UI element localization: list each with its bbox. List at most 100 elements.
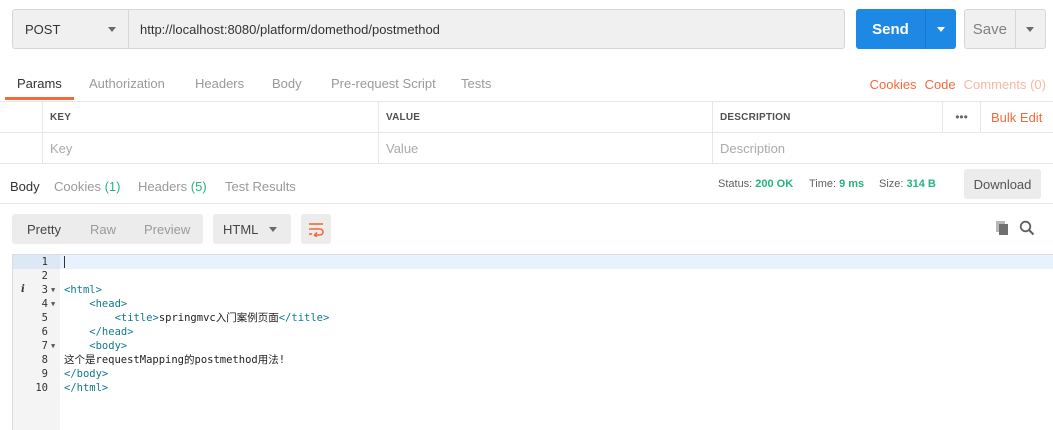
url-text: http://localhost:8080/platform/domethod/… xyxy=(140,21,440,37)
code-link[interactable]: Code xyxy=(925,77,956,92)
line-number: 8 xyxy=(41,354,48,366)
fold-chevron-icon[interactable]: ▼ xyxy=(51,339,55,353)
response-code-editor[interactable]: 1 2 i 3 ▼ <html> 4 ▼ <head> 5 <title>springmvc入门… xyxy=(12,254,1053,430)
code-tag: </title> xyxy=(278,312,330,324)
copy-icon xyxy=(996,221,1008,235)
line-number: 7 xyxy=(41,340,48,352)
tab-response-cookies[interactable]: Cookies (1) xyxy=(54,179,120,194)
tab-response-headers[interactable]: Headers (5) xyxy=(138,179,207,194)
tab-params[interactable]: Params xyxy=(17,76,62,91)
bulk-edit-link[interactable]: Bulk Edit xyxy=(980,102,1053,132)
code-content: 这个是requestMapping的postmethod用法! xyxy=(64,354,286,366)
code-line: i 3 ▼ <html> xyxy=(13,283,1053,297)
language-label: HTML xyxy=(223,221,259,237)
code-line: 7 ▼ <body> xyxy=(13,339,1053,353)
code-content: springmvc入门案例页面 xyxy=(158,312,279,324)
code-text: </html> xyxy=(64,381,108,395)
code-tag: <head> xyxy=(64,298,128,310)
code-line: 2 xyxy=(13,269,1053,283)
response-bar: Body Cookies (1) Headers (5) Test Result… xyxy=(0,163,1053,204)
format-pretty[interactable]: Pretty xyxy=(27,222,61,237)
code-line: 8 这个是requestMapping的postmethod用法! xyxy=(13,353,1053,367)
time-readout: Time: 9 ms xyxy=(809,178,865,190)
request-links: Cookies Code Comments (0) xyxy=(870,77,1046,92)
tab-response-body[interactable]: Body xyxy=(10,179,40,194)
status-readout: Status: 200 OK xyxy=(718,178,794,190)
params-input-row: Key Value Description xyxy=(0,133,1053,164)
chevron-down-icon xyxy=(108,26,116,32)
fold-chevron-icon[interactable]: ▼ xyxy=(51,283,55,297)
code-text: <html> xyxy=(64,283,102,297)
code-tag: </html> xyxy=(64,382,109,394)
code-text: <title>springmvc入门案例页面</title> xyxy=(64,311,330,325)
code-text: </head> xyxy=(64,325,134,339)
code-tag: </body> xyxy=(64,368,109,380)
more-options-icon[interactable]: ••• xyxy=(942,102,980,132)
description-column-header: DESCRIPTION xyxy=(712,102,942,132)
line-number: 5 xyxy=(41,312,48,324)
wrap-lines-button[interactable] xyxy=(301,214,331,244)
send-button[interactable]: Send xyxy=(856,9,956,49)
wrap-lines-icon xyxy=(309,223,324,237)
save-dropdown-button[interactable] xyxy=(1014,10,1045,48)
search-icon xyxy=(1019,220,1035,236)
value-column-header: VALUE xyxy=(378,102,712,132)
tab-body[interactable]: Body xyxy=(272,76,302,91)
code-tag: <title> xyxy=(64,312,159,324)
code-text: 这个是requestMapping的postmethod用法! xyxy=(64,353,285,367)
line-number: 10 xyxy=(35,382,48,394)
key-column-header: KEY xyxy=(42,102,378,132)
code-line: 6 </head> xyxy=(13,325,1053,339)
tab-tests[interactable]: Tests xyxy=(461,76,491,91)
size-readout: Size: 314 B xyxy=(879,178,936,190)
comments-link[interactable]: Comments (0) xyxy=(964,77,1046,92)
value-input[interactable]: Value xyxy=(378,133,712,163)
params-table: KEY VALUE DESCRIPTION ••• Bulk Edit Key … xyxy=(0,101,1053,164)
code-line: 4 ▼ <head> xyxy=(13,297,1053,311)
download-button[interactable]: Download xyxy=(964,169,1041,199)
line-number: 1 xyxy=(41,256,48,268)
language-select[interactable]: HTML xyxy=(213,214,291,244)
save-button[interactable]: Save xyxy=(964,9,1046,49)
copy-button[interactable] xyxy=(994,220,1010,236)
chevron-down-icon xyxy=(937,26,945,32)
save-label: Save xyxy=(972,20,1007,38)
url-input[interactable]: http://localhost:8080/platform/domethod/… xyxy=(129,9,845,49)
code-text: </body> xyxy=(64,367,108,381)
tab-headers[interactable]: Headers xyxy=(195,76,244,91)
format-raw[interactable]: Raw xyxy=(90,222,116,237)
method-select[interactable]: POST xyxy=(12,9,129,49)
url-bar: POST http://localhost:8080/platform/dome… xyxy=(12,9,845,49)
code-tag: <body> xyxy=(64,340,128,352)
line-number: 9 xyxy=(41,368,48,380)
code-line: 1 xyxy=(13,255,1053,269)
code-line: 5 <title>springmvc入门案例页面</title> xyxy=(13,311,1053,325)
line-number: 2 xyxy=(41,270,48,282)
request-tabs: Params Authorization Headers Body Pre-re… xyxy=(0,66,1053,101)
method-label: POST xyxy=(25,21,61,37)
format-preview[interactable]: Preview xyxy=(144,222,190,237)
description-input[interactable]: Description xyxy=(712,133,1053,163)
tab-authorization[interactable]: Authorization xyxy=(89,76,165,91)
send-label: Send xyxy=(872,20,909,38)
code-tag: <html> xyxy=(64,284,102,296)
code-line: 10 </html> xyxy=(13,381,1053,395)
send-dropdown-button[interactable] xyxy=(925,9,956,49)
tab-test-results[interactable]: Test Results xyxy=(225,179,296,194)
code-tag: </head> xyxy=(64,326,134,338)
chevron-down-icon xyxy=(1026,26,1035,32)
cookies-link[interactable]: Cookies xyxy=(870,77,917,92)
active-tab-indicator xyxy=(5,97,74,100)
line-number: 6 xyxy=(41,326,48,338)
code-text: <head> xyxy=(64,297,127,311)
code-text: <body> xyxy=(64,339,127,353)
chevron-down-icon xyxy=(269,226,277,232)
code-line: 9 </body> xyxy=(13,367,1053,381)
tab-pre-request-script[interactable]: Pre-request Script xyxy=(331,76,436,91)
fold-chevron-icon[interactable]: ▼ xyxy=(51,297,55,311)
line-number: 3 xyxy=(41,284,48,296)
format-toggle: Pretty Raw Preview xyxy=(12,214,203,244)
params-header-row: KEY VALUE DESCRIPTION ••• Bulk Edit xyxy=(0,102,1053,133)
key-input[interactable]: Key xyxy=(42,133,378,163)
search-button[interactable] xyxy=(1019,220,1035,236)
